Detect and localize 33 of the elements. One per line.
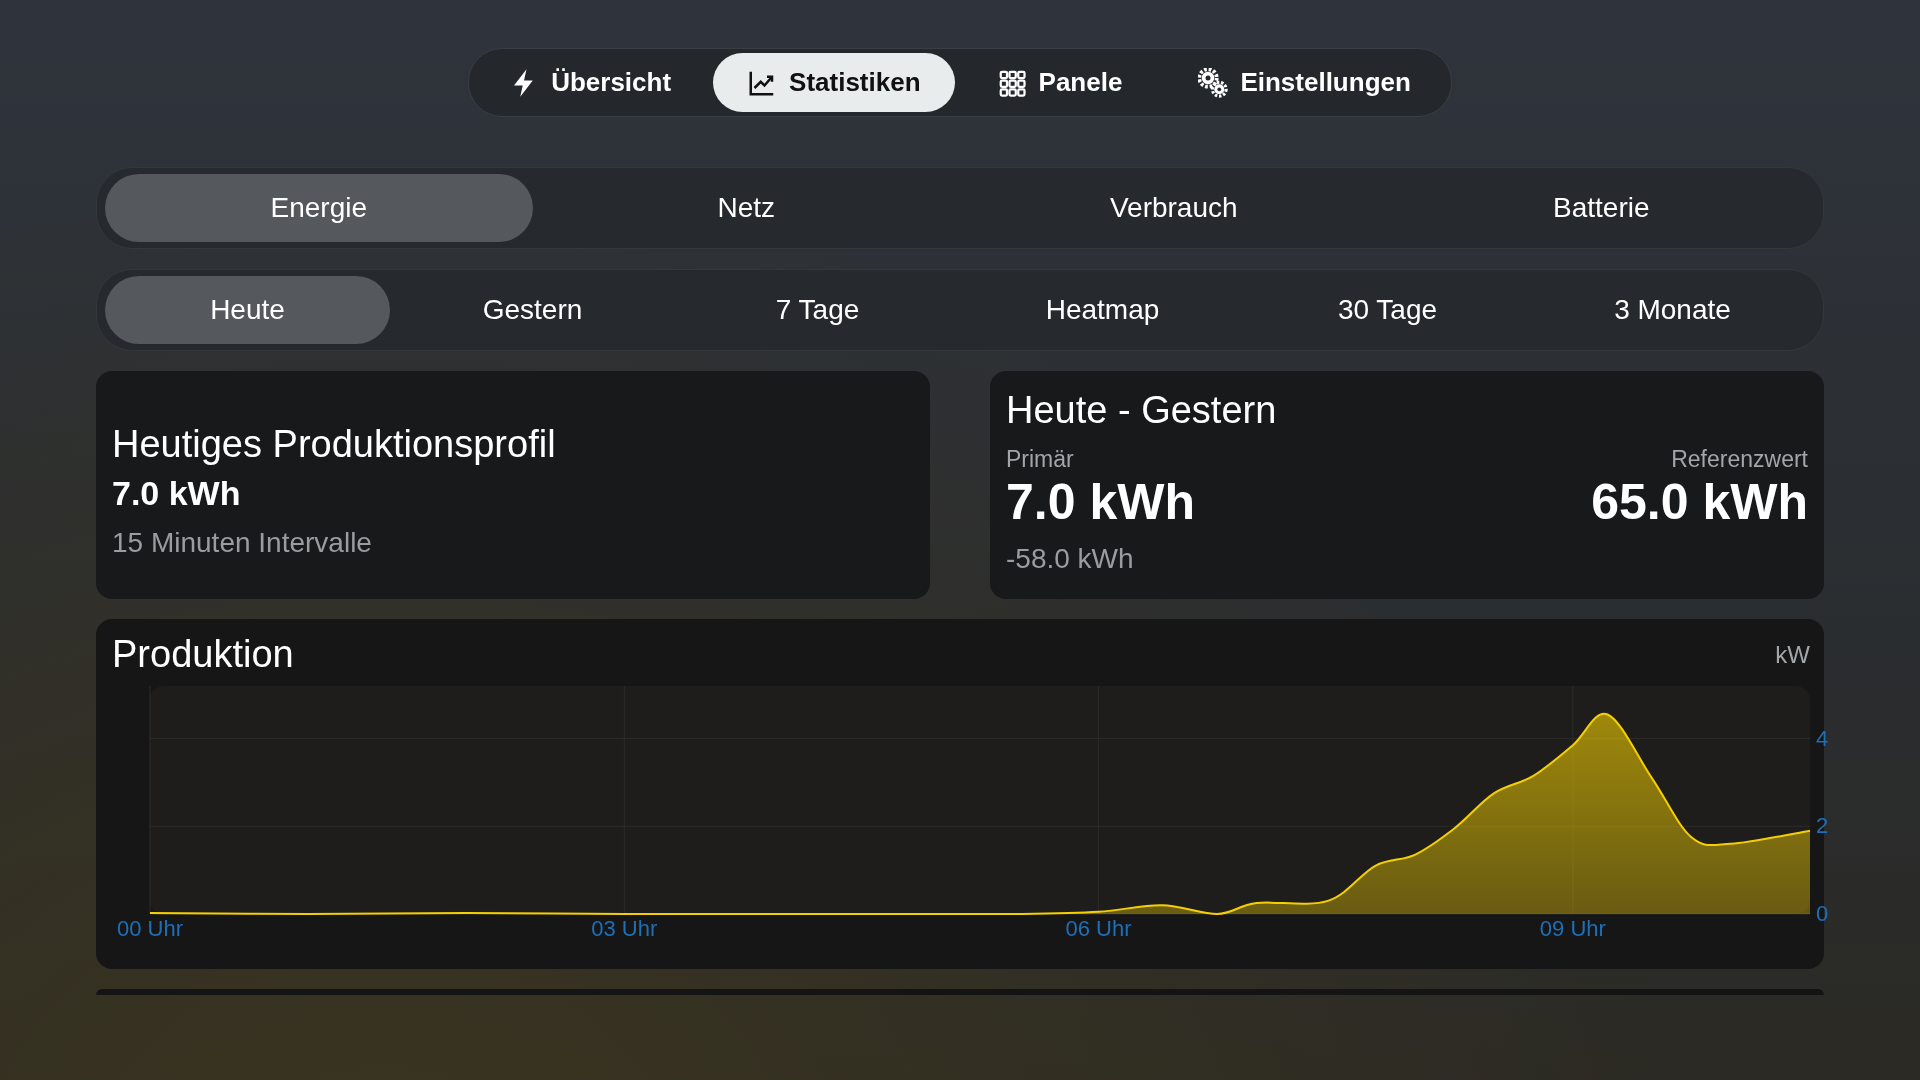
x-tick-label: 06 Uhr	[1065, 916, 1132, 942]
nav-tab[interactable]: Statistiken	[713, 53, 955, 112]
y-tick-label: 0	[1816, 901, 1829, 927]
period-tab[interactable]: Heatmap	[960, 276, 1245, 344]
unit-label: kW	[1775, 640, 1810, 669]
gears-icon	[1198, 67, 1229, 98]
period-tab[interactable]: Heute	[105, 276, 390, 344]
period-tab[interactable]: 7 Tage	[675, 276, 960, 344]
category-tab[interactable]: Energie	[105, 174, 533, 242]
card-title: Heutiges Produktionsprofil	[112, 423, 557, 466]
card-title: Heute - Gestern	[1006, 389, 1278, 432]
nav-tab[interactable]: Panele	[962, 53, 1157, 112]
category-tab[interactable]: Netz	[532, 174, 960, 242]
primary-value: 7.0 kWh	[1006, 473, 1195, 531]
nav-tab[interactable]: Einstellungen	[1164, 53, 1445, 112]
x-tick-label: 00 Uhr	[117, 916, 183, 942]
primary-label: Primär	[1006, 446, 1074, 473]
category-tab[interactable]: Batterie	[1387, 174, 1815, 242]
reference-label: Referenzwert	[1671, 446, 1808, 473]
chart-title: Produktion	[112, 633, 294, 676]
y-tick-label: 4	[1816, 725, 1829, 752]
x-tick-label: 09 Uhr	[1539, 916, 1606, 942]
difference-value: -58.0 kWh	[1006, 543, 1135, 575]
energy-value: 7.0 kWh	[112, 474, 242, 513]
nav-tab[interactable]: Übersicht	[475, 53, 706, 112]
y-tick-label: 2	[1816, 813, 1829, 840]
period-tab[interactable]: 3 Monate	[1530, 276, 1815, 344]
x-tick-label: 03 Uhr	[591, 916, 658, 942]
reference-value: 65.0 kWh	[1591, 473, 1808, 531]
card-subtitle: 15 Minuten Intervalle	[112, 527, 373, 559]
period-tab[interactable]: 30 Tage	[1245, 276, 1530, 344]
period-tab[interactable]: Gestern	[390, 276, 675, 344]
category-tab[interactable]: Verbrauch	[960, 174, 1388, 242]
